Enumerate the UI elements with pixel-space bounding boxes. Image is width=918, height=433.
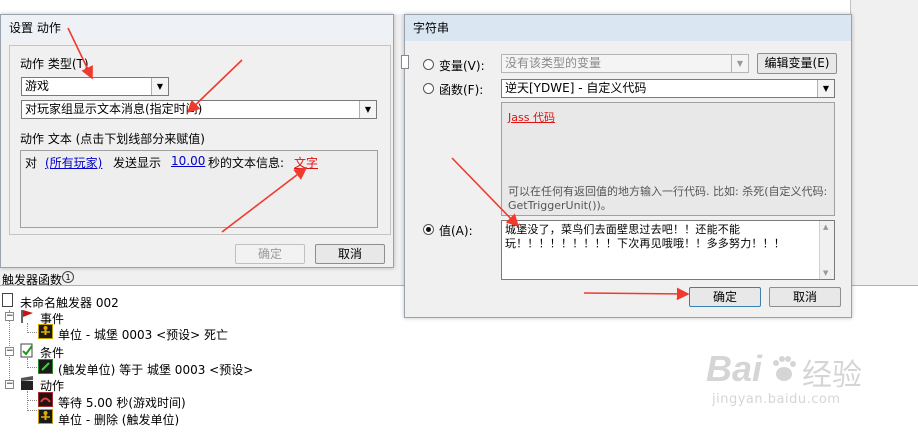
action-text-label: 动作 文本 (点击下划线部分来赋值) [20,132,205,146]
string-dialog: 字符串 变量(V): 没有该类型的变量 ▼ 编辑变量(E) 函数(F): 逆天[… [401,14,852,318]
action-dialog-titlebar[interactable]: 设置 动作 [1,15,393,41]
event-item-text: 单位 - 城堡 0003 <预设> 死亡 [58,328,229,342]
scroll-up-icon[interactable]: ▲ [823,223,828,231]
wait-icon [38,392,53,407]
chevron-down-icon[interactable]: ▼ [151,78,168,95]
action-function-value: 对玩家组显示文本消息(指定时间) [25,102,203,116]
value-text: 城堡没了，菜鸟们去面壁思过去吧！！还能不能玩！！！！！！！！！下次再见哦哦！！多… [505,223,785,250]
document-icon [2,293,13,307]
collapse-conditions-toggle[interactable]: − [5,347,14,356]
message-param-link[interactable]: 文字 [294,154,318,171]
function-radio[interactable] [423,83,434,94]
edit-variable-button[interactable]: 编辑变量(E) [757,53,837,74]
jass-code-link[interactable]: Jass 代码 [508,109,555,125]
action-dialog: 设置 动作 动作 类型(T) 游戏 ▼ 对玩家组显示文本消息(指定时间) ▼ 动… [0,14,394,268]
variable-label: 变量(V): [439,59,485,73]
action-function-select[interactable]: 对玩家组显示文本消息(指定时间) ▼ [21,100,377,119]
action-text-after: 秒的文本信息: [208,156,285,170]
value-label: 值(A): [439,224,473,238]
action-type-value: 游戏 [25,79,50,93]
action-type-select[interactable]: 游戏 ▼ [21,77,169,96]
action-type-label: 动作 类型(T) [20,57,89,71]
ok-button[interactable]: 确定 [235,244,305,264]
variable-select[interactable]: 没有该类型的变量 ▼ [501,54,749,73]
function-description: 可以在任何有返回值的地方输入一行代码. 比如: 杀死(自定义代码: GetTri… [508,185,828,212]
value-textarea[interactable]: 城堡没了，菜鸟们去面壁思过去吧！！还能不能玩！！！！！！！！！下次再见哦哦！！多… [501,220,835,280]
hidden-control-fragment [401,55,409,69]
players-param-link[interactable]: (所有玩家) [45,154,102,171]
chevron-down-icon[interactable]: ▼ [817,80,834,97]
function-value: 逆天[YDWE] - 自定义代码 [505,81,647,95]
action-dialog-title: 设置 动作 [9,21,61,35]
action-item-1-text: 等待 5.00 秒(游戏时间) [58,396,186,410]
collapse-actions-toggle[interactable]: − [5,380,14,389]
trigger-panel-title: 触发器函数 [2,273,63,287]
variable-value: 没有该类型的变量 [505,56,602,70]
scroll-down-icon[interactable]: ▼ [823,269,828,277]
action-text-prefix: 对 [25,156,38,170]
flag-icon [20,309,34,324]
unit-action-icon [38,409,53,424]
background-panel-right [850,0,918,268]
watermark: Bai 经验 jingyan.baidu.com [706,348,896,428]
watermark-url: jingyan.baidu.com [712,392,841,407]
cancel-button[interactable]: 取消 [315,244,385,264]
collapse-events-toggle[interactable]: − [5,312,14,321]
action-item-2-text: 单位 - 删除 (触发单位) [58,413,180,427]
string-dialog-title: 字符串 [413,21,450,35]
unit-event-icon [38,324,53,339]
info-icon: 1 [62,271,74,283]
action-text-box: 对 (所有玩家) 发送显示 10.00 秒的文本信息: 文字 [20,150,378,228]
function-label: 函数(F): [439,83,484,97]
watermark-brand: Bai [706,348,763,389]
trigger-name: 未命名触发器 002 [20,296,119,310]
chevron-down-icon[interactable]: ▼ [359,101,376,118]
paw-icon [770,354,798,384]
chevron-down-icon[interactable]: ▼ [731,55,748,72]
function-params-box: Jass 代码 可以在任何有返回值的地方输入一行代码. 比如: 杀死(自定义代码… [501,102,835,216]
seconds-param-link[interactable]: 10.00 [171,154,205,168]
clapperboard-icon [20,376,34,391]
watermark-brand-cn: 经验 [802,358,862,393]
comparison-icon [38,359,53,374]
string-cancel-button[interactable]: 取消 [769,287,841,307]
value-scrollbar[interactable]: ▲ ▼ [819,221,834,279]
function-select[interactable]: 逆天[YDWE] - 自定义代码 ▼ [501,79,835,98]
string-ok-button[interactable]: 确定 [689,287,761,307]
condition-item-text: (触发单位) 等于 城堡 0003 <预设> [58,363,254,377]
action-text-mid: 发送显示 [113,156,162,170]
condition-icon [20,343,34,358]
string-dialog-titlebar[interactable]: 字符串 [405,15,851,41]
action-dialog-body: 动作 类型(T) 游戏 ▼ 对玩家组显示文本消息(指定时间) ▼ 动作 文本 (… [9,45,391,235]
variable-radio[interactable] [423,59,434,70]
value-radio[interactable] [423,224,434,235]
